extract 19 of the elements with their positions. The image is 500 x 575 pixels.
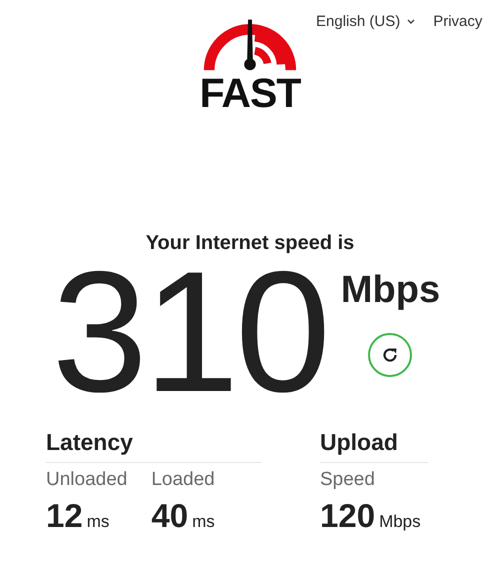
speed-headline: Your Internet speed is	[144, 232, 356, 255]
metric-label: Unloaded	[46, 469, 128, 491]
refresh-button[interactable]	[368, 333, 412, 377]
privacy-link[interactable]: Privacy	[433, 13, 482, 30]
metric-value: 12	[46, 497, 83, 534]
metric-value: 120	[320, 497, 376, 534]
section-title: Latency	[46, 429, 262, 463]
metric-unit: ms	[192, 512, 215, 531]
logo-text: FAST	[200, 76, 300, 110]
metric-label: Loaded	[151, 469, 215, 491]
metric-label: Speed	[320, 469, 376, 491]
language-link[interactable]: English (US)	[316, 13, 400, 30]
metric-value: 40	[151, 497, 188, 534]
section-title: Upload	[320, 429, 428, 463]
caret-icon[interactable]	[407, 19, 416, 24]
metric-unit: ms	[86, 512, 110, 531]
metric-unit: Mbps	[379, 512, 421, 531]
speed-value: 310	[52, 257, 327, 407]
speed-unit: Mbps	[340, 268, 440, 313]
